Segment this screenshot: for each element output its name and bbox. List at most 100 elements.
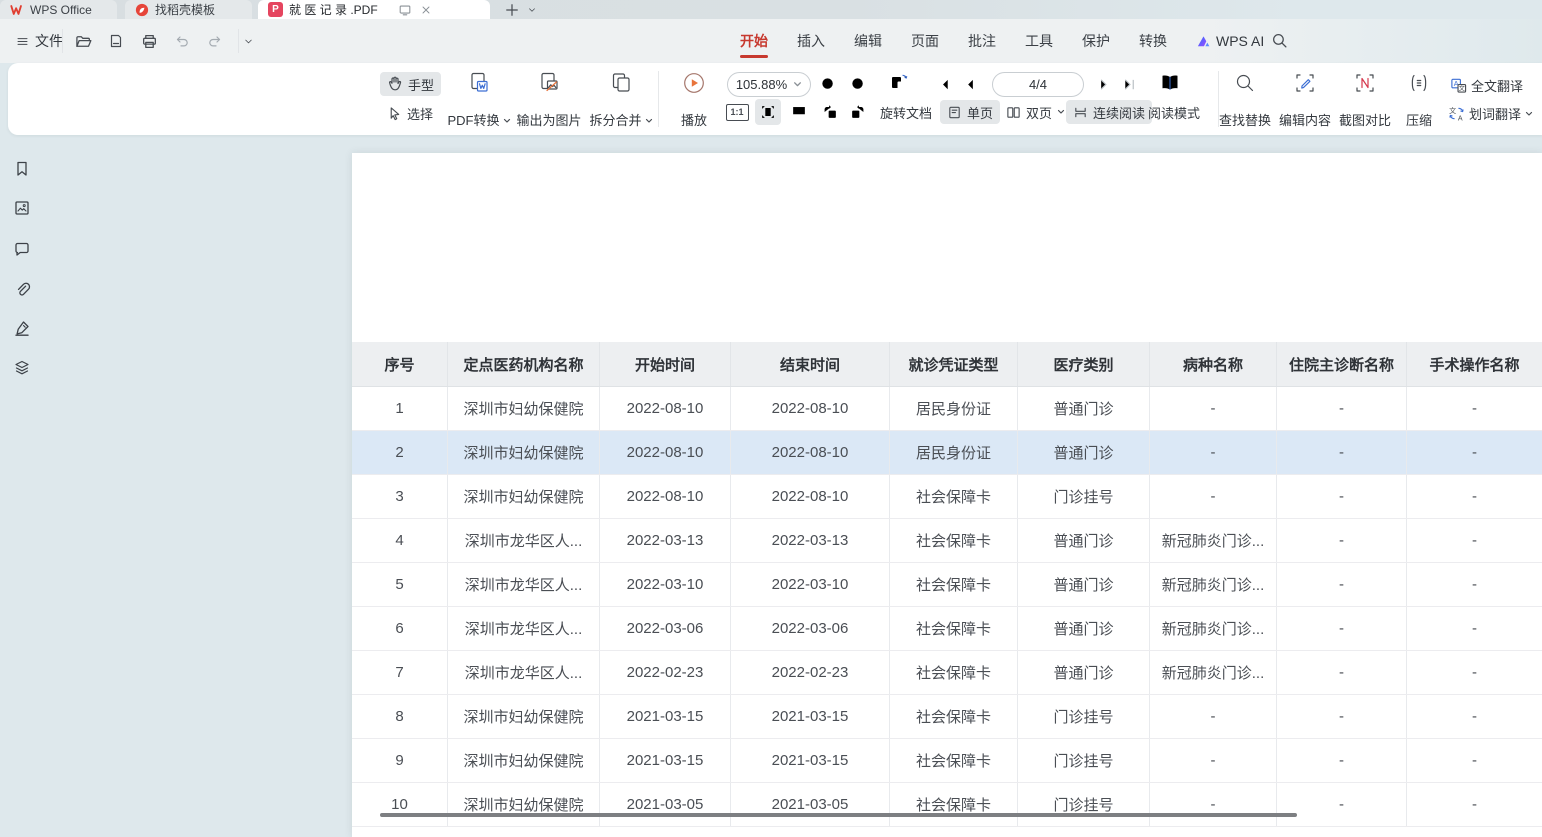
menu-insert[interactable]: 插入 <box>797 20 825 62</box>
table-cell: 2021-03-15 <box>731 695 890 738</box>
bookmark-icon <box>13 160 31 178</box>
split-merge-button[interactable]: 拆分合并 <box>579 71 663 128</box>
table-row: 1深圳市妇幼保健院2022-08-102022-08-10居民身份证普通门诊--… <box>352 387 1542 431</box>
tab-list-chevron-icon[interactable] <box>527 5 537 15</box>
menu-protect[interactable]: 保护 <box>1082 20 1110 62</box>
table-cell: 社会保障卡 <box>890 475 1018 518</box>
continuous-read-button[interactable]: 连续阅读 <box>1066 100 1152 124</box>
pdf-page[interactable]: 序号定点医药机构名称开始时间结束时间就诊凭证类型医疗类别病种名称住院主诊断名称手… <box>352 153 1542 837</box>
table-cell: 居民身份证 <box>890 431 1018 474</box>
search-icon[interactable] <box>1271 32 1288 49</box>
table-cell: 2021-03-15 <box>600 739 731 782</box>
screen-share-icon[interactable] <box>398 3 412 17</box>
save-icon[interactable] <box>105 30 127 52</box>
rotate-left-icon[interactable] <box>817 99 843 125</box>
zoom-out-button[interactable] <box>815 71 841 97</box>
table-cell: 普通门诊 <box>1018 607 1150 650</box>
replace-pages-icon[interactable] <box>887 71 913 97</box>
hand-icon <box>387 76 403 92</box>
close-tab-icon[interactable] <box>420 4 432 16</box>
first-page-button[interactable] <box>930 71 956 97</box>
read-mode-button[interactable]: 阅读模式 <box>1148 103 1200 122</box>
double-page-button[interactable]: 双页 <box>999 100 1072 124</box>
table-cell: 2022-03-13 <box>731 519 890 562</box>
signature-panel-button[interactable] <box>8 314 36 342</box>
table-cell: 门诊挂号 <box>1018 695 1150 738</box>
actual-size-button[interactable]: 1:1 <box>724 99 750 125</box>
table-cell: - <box>1277 651 1407 694</box>
table-cell: 新冠肺炎门诊... <box>1150 607 1277 650</box>
table-header-cell: 医疗类别 <box>1018 342 1150 386</box>
bookmarks-panel-button[interactable] <box>8 155 36 183</box>
table-header-cell: 手术操作名称 <box>1407 342 1542 386</box>
read-mode-icon[interactable] <box>1157 70 1183 96</box>
tab-wps-office[interactable]: WPS Office <box>0 0 117 19</box>
table-cell: 门诊挂号 <box>1018 783 1150 826</box>
word-translate-button[interactable]: 文A 划词翻译 <box>1448 104 1533 123</box>
wps-ai-button[interactable]: WPS AI <box>1196 30 1264 52</box>
table-cell: 普通门诊 <box>1018 519 1150 562</box>
redo-icon[interactable] <box>204 30 226 52</box>
play-icon <box>682 71 706 95</box>
table-cell: 新冠肺炎门诊... <box>1150 563 1277 606</box>
single-page-button[interactable]: 单页 <box>940 100 1000 124</box>
zoom-in-button[interactable] <box>845 71 871 97</box>
menu-comment[interactable]: 批注 <box>968 20 996 62</box>
table-cell: 深圳市龙华区人... <box>448 519 600 562</box>
table-cell: - <box>1407 695 1542 738</box>
table-cell: 2022-08-10 <box>600 431 731 474</box>
table-cell: 社会保障卡 <box>890 695 1018 738</box>
split-merge-label: 拆分合并 <box>589 113 641 128</box>
table-cell: 2022-08-10 <box>731 475 890 518</box>
table-cell: - <box>1407 607 1542 650</box>
pdf-convert-icon <box>467 71 491 95</box>
open-file-icon[interactable] <box>72 30 94 52</box>
menu-convert[interactable]: 转换 <box>1139 20 1167 62</box>
prev-page-button[interactable] <box>957 71 983 97</box>
rotate-right-icon[interactable] <box>845 99 871 125</box>
table-cell: 2021-03-05 <box>731 783 890 826</box>
table-cell: 2022-03-13 <box>600 519 731 562</box>
table-cell: 深圳市龙华区人... <box>448 563 600 606</box>
pdf-convert-label: PDF转换 <box>447 113 499 128</box>
ribbon-toolbar: 手型 选择 PDF转换 输出为图片 拆分合并 播放 <box>8 63 1542 135</box>
rotate-doc-label[interactable]: 旋转文档 <box>880 103 932 122</box>
next-page-button[interactable] <box>1090 71 1116 97</box>
comments-panel-button[interactable] <box>8 235 36 263</box>
fit-width-button[interactable] <box>786 99 812 125</box>
continuous-read-icon <box>1073 105 1088 120</box>
quickbar-chevron-icon[interactable] <box>237 30 259 52</box>
layers-panel-button[interactable] <box>8 354 36 382</box>
table-cell: 普通门诊 <box>1018 431 1150 474</box>
attachments-panel-button[interactable] <box>8 275 36 303</box>
table-cell: - <box>1407 431 1542 474</box>
last-page-button[interactable] <box>1116 71 1142 97</box>
menu-edit[interactable]: 编辑 <box>854 20 882 62</box>
menu-pages[interactable]: 页面 <box>911 20 939 62</box>
page-number-input[interactable]: 4/4 <box>992 72 1084 97</box>
table-cell: - <box>1407 783 1542 826</box>
thumbnails-panel-button[interactable] <box>8 194 36 222</box>
table-cell: - <box>1277 475 1407 518</box>
tab-document-pdf[interactable]: P 就 医 记 录 .PDF <box>258 0 490 19</box>
full-translate-button[interactable]: A文 全文翻译 <box>1450 76 1523 95</box>
table-body: 1深圳市妇幼保健院2022-08-102022-08-10居民身份证普通门诊--… <box>352 387 1542 827</box>
file-menu-button[interactable]: 文件 <box>12 30 67 52</box>
tab-docer[interactable]: 找稻壳模板 <box>125 0 252 19</box>
table-cell: 2021-03-15 <box>600 695 731 738</box>
horizontal-scrollbar[interactable] <box>380 813 1297 817</box>
hand-tool-button[interactable]: 手型 <box>380 72 441 96</box>
print-icon[interactable] <box>138 30 160 52</box>
table-row: 2深圳市妇幼保健院2022-08-102022-08-10居民身份证普通门诊--… <box>352 431 1542 475</box>
fit-page-button[interactable] <box>755 99 781 125</box>
select-tool-label: 选择 <box>407 104 433 123</box>
new-tab-button[interactable] <box>503 1 521 18</box>
chevron-down-icon <box>1525 110 1533 118</box>
tab-label: WPS Office <box>30 3 92 17</box>
menu-start[interactable]: 开始 <box>740 20 768 62</box>
menu-tools[interactable]: 工具 <box>1025 20 1053 62</box>
table-cell: 2021-03-15 <box>731 739 890 782</box>
undo-icon[interactable] <box>171 30 193 52</box>
zoom-level-select[interactable]: 105.88% <box>727 72 811 97</box>
select-tool-button[interactable]: 选择 <box>380 101 440 125</box>
